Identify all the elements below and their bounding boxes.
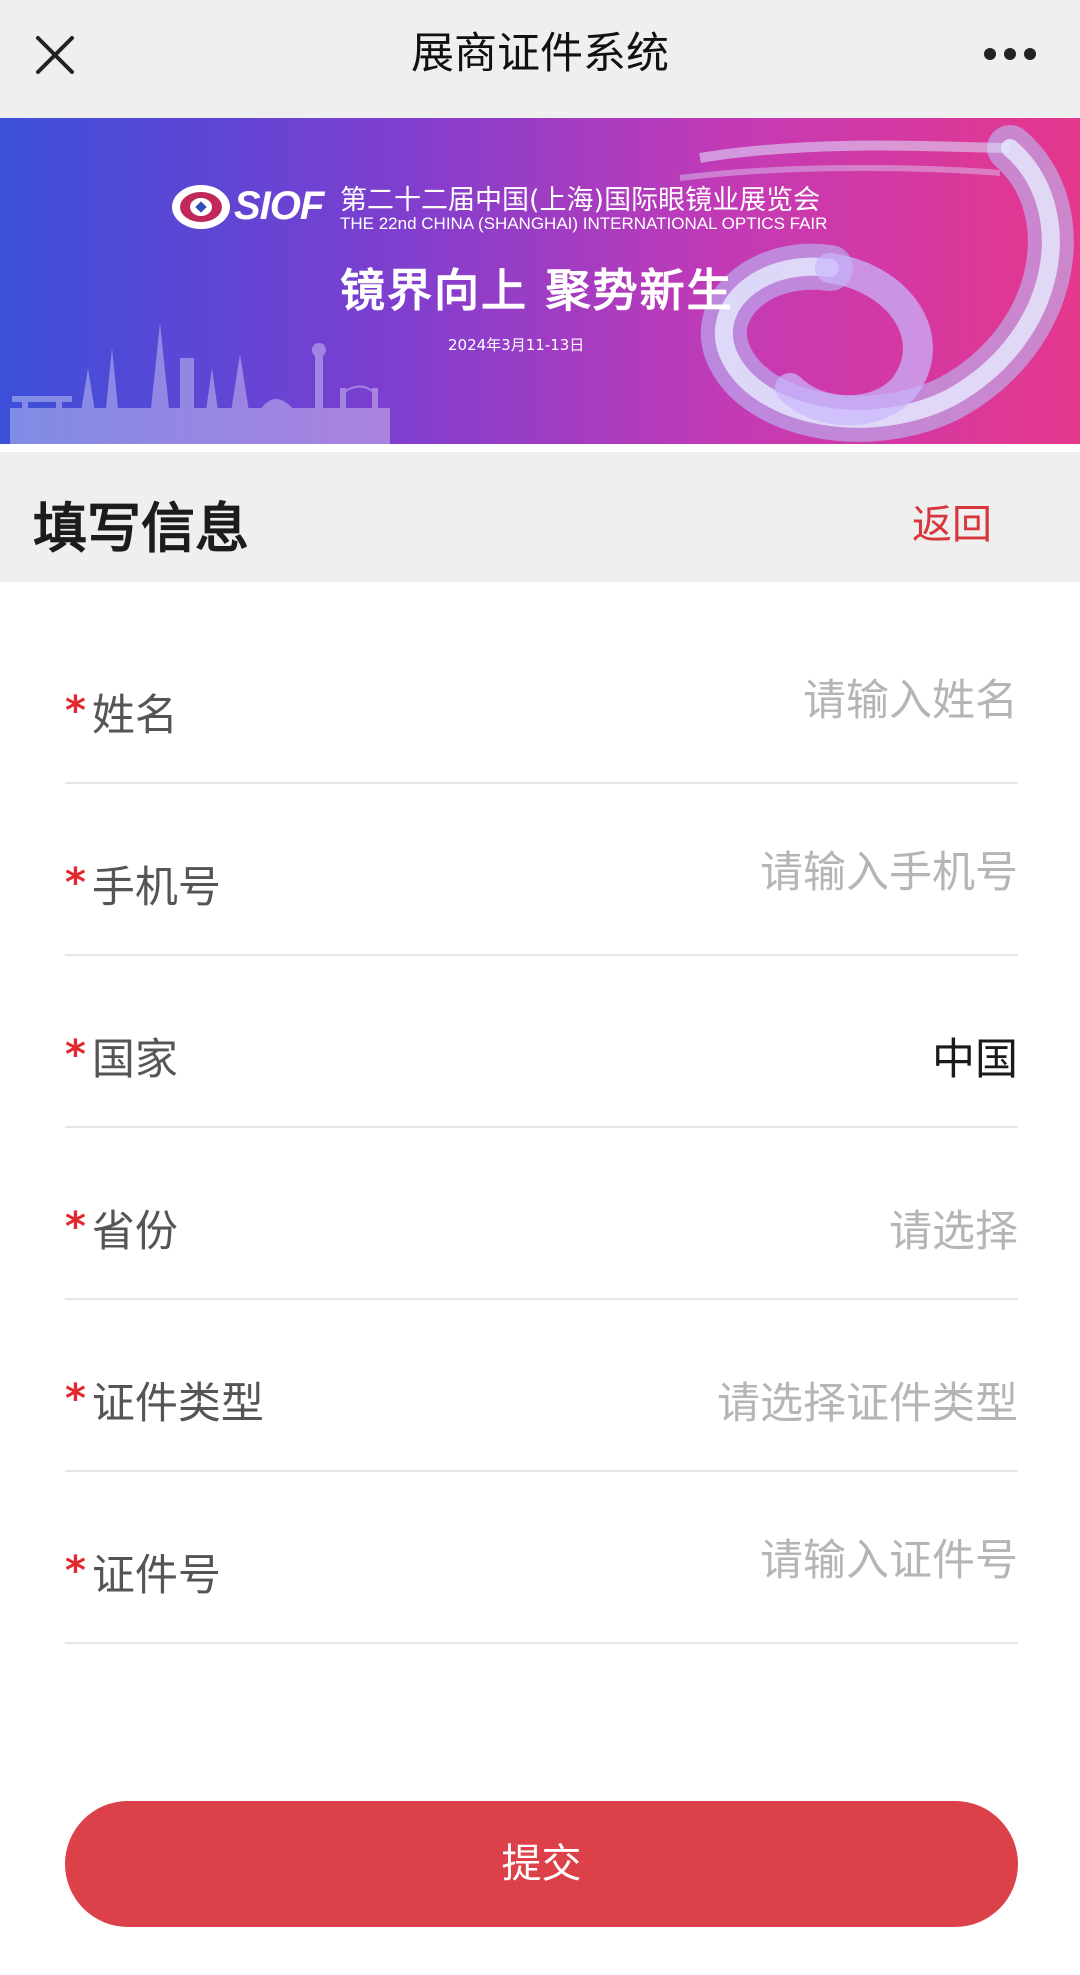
- country-select[interactable]: 中国: [932, 1025, 1018, 1087]
- siof-logo-mark-icon: [172, 185, 230, 229]
- siof-logo: SIOF: [170, 180, 330, 234]
- id-type-select[interactable]: 请选择证件类型: [717, 1369, 1018, 1431]
- province-row: * 省份 请选择: [65, 1161, 1018, 1300]
- submit-button[interactable]: 提交: [65, 1801, 1018, 1927]
- required-mark: *: [65, 688, 86, 734]
- id-number-label: 证件号: [91, 1551, 221, 1601]
- banner-slogan: 镜界向上 聚势新生: [340, 264, 734, 317]
- name-label: 姓名: [91, 691, 178, 741]
- country-label: 国家: [91, 1035, 178, 1085]
- id-type-label: 证件类型: [91, 1379, 264, 1429]
- banner-title-en: THE 22nd CHINA (SHANGHAI) INTERNATIONAL …: [340, 214, 828, 233]
- form-section-header: 填写信息 返回: [0, 452, 1080, 582]
- province-select[interactable]: 请选择: [889, 1197, 1018, 1259]
- id-number-input[interactable]: [458, 1531, 1018, 1591]
- back-button[interactable]: 返回: [912, 492, 992, 550]
- city-skyline-graphic: [10, 323, 390, 444]
- section-title: 填写信息: [33, 497, 249, 560]
- event-banner: SIOF 第二十二届中国(上海)国际眼镜业展览会 THE 22nd CHINA …: [0, 118, 1080, 444]
- required-mark: *: [65, 1032, 86, 1078]
- id-number-row: * 证件号: [65, 1505, 1018, 1644]
- name-input[interactable]: [458, 671, 1018, 731]
- name-row: * 姓名: [65, 645, 1018, 784]
- required-mark: *: [65, 1548, 86, 1594]
- more-dots-icon[interactable]: [982, 44, 1038, 64]
- top-navbar: 展商证件系统: [0, 0, 1080, 118]
- required-mark: *: [65, 1204, 86, 1250]
- province-label: 省份: [91, 1207, 178, 1257]
- page-title: 展商证件系统: [411, 29, 669, 79]
- country-row: * 国家 中国: [65, 989, 1018, 1128]
- phone-label: 手机号: [91, 863, 221, 913]
- phone-input[interactable]: [458, 843, 1018, 903]
- banner-title-cn: 第二十二届中国(上海)国际眼镜业展览会: [340, 185, 821, 216]
- registration-form: *姓名 *手机号 *国家 中国 *省份 请选择 *证件类型 请选择证件类型 *证…: [65, 645, 1018, 1677]
- banner-date: 2024年3月11-13日: [448, 336, 585, 354]
- phone-row: * 手机号: [65, 817, 1018, 956]
- required-mark: *: [65, 860, 86, 906]
- id-type-row: * 证件类型 请选择证件类型: [65, 1333, 1018, 1472]
- logo-text: SIOF: [234, 184, 324, 228]
- required-mark: *: [65, 1376, 86, 1422]
